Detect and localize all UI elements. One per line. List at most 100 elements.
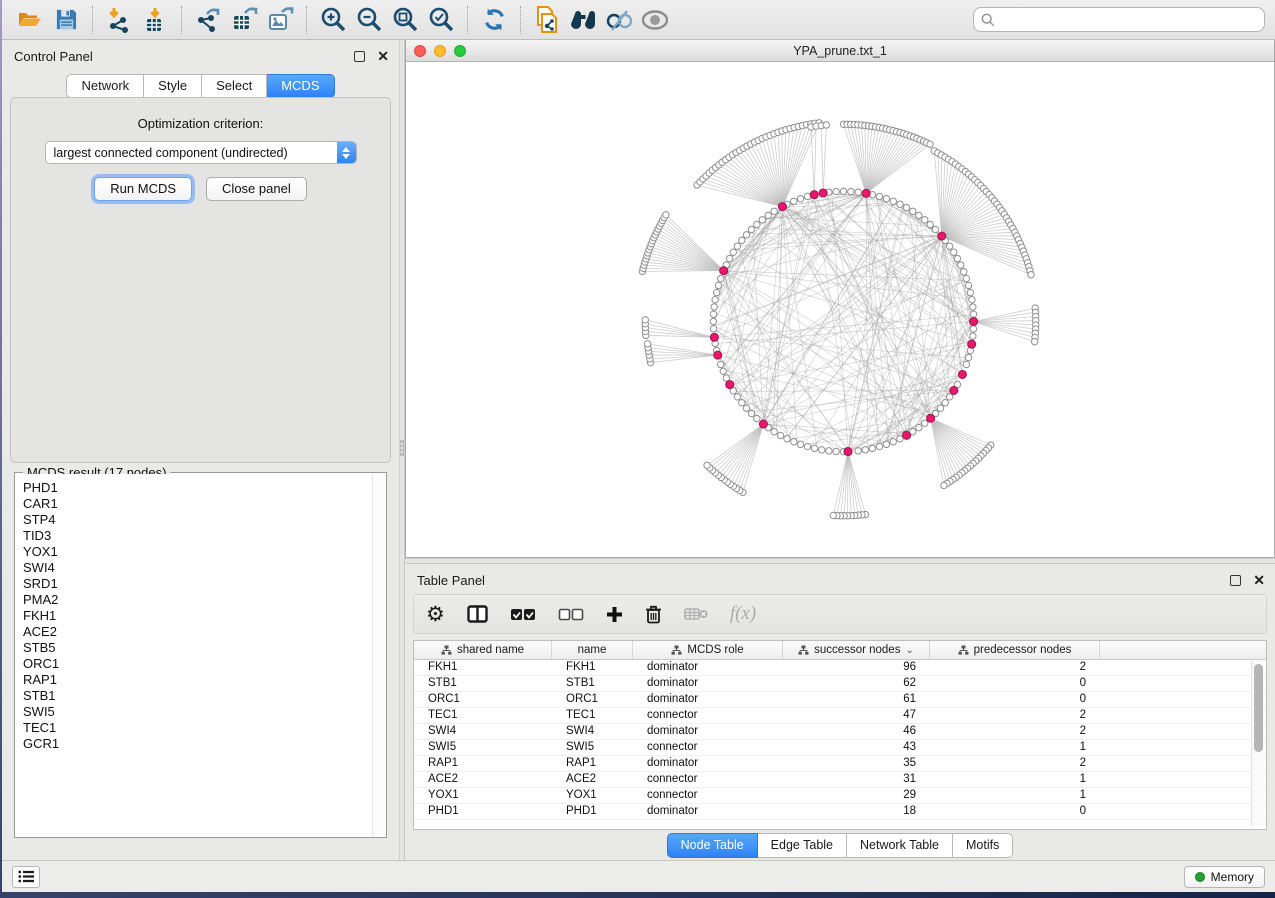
- network-node[interactable]: [734, 243, 740, 249]
- tab-network[interactable]: Network: [66, 74, 144, 98]
- select-all-button[interactable]: [510, 600, 536, 628]
- zoom-in-button[interactable]: [315, 5, 351, 35]
- network-node[interactable]: [970, 326, 976, 332]
- mcds-hub-node[interactable]: [714, 351, 722, 359]
- network-node[interactable]: [759, 217, 765, 223]
- network-node[interactable]: [1031, 338, 1037, 344]
- mcds-hub-node[interactable]: [810, 191, 818, 199]
- network-node[interactable]: [734, 394, 740, 400]
- network-node[interactable]: [970, 304, 976, 310]
- network-node[interactable]: [903, 204, 909, 210]
- network-node[interactable]: [710, 326, 716, 332]
- network-node[interactable]: [932, 226, 938, 232]
- network-node[interactable]: [967, 289, 973, 295]
- result-list-item[interactable]: RAP1: [23, 672, 366, 688]
- tab-mcds[interactable]: MCDS: [267, 74, 334, 98]
- tab-motifs[interactable]: Motifs: [953, 833, 1013, 858]
- memory-button[interactable]: Memory: [1184, 866, 1265, 888]
- search-network-button[interactable]: [565, 5, 601, 35]
- result-list-item[interactable]: SRD1: [23, 576, 366, 592]
- network-node[interactable]: [704, 462, 710, 468]
- result-list-item[interactable]: SWI4: [23, 560, 366, 576]
- network-node[interactable]: [720, 368, 726, 374]
- result-list-item[interactable]: PMA2: [23, 592, 366, 608]
- tab-select[interactable]: Select: [202, 74, 267, 98]
- column-header-shared-name[interactable]: shared name: [414, 641, 552, 659]
- network-node[interactable]: [730, 249, 736, 255]
- table-settings-button[interactable]: ⚙: [426, 600, 445, 628]
- network-node[interactable]: [961, 269, 967, 275]
- network-node[interactable]: [663, 212, 669, 218]
- mcds-hub-node[interactable]: [759, 420, 767, 428]
- table-row[interactable]: STB1STB1dominator620: [414, 676, 1266, 692]
- network-node[interactable]: [876, 193, 882, 199]
- network-node[interactable]: [954, 255, 960, 261]
- run-mcds-button[interactable]: Run MCDS: [94, 177, 192, 201]
- network-node[interactable]: [715, 282, 721, 288]
- mcds-hub-node[interactable]: [968, 340, 976, 348]
- mcds-result-list[interactable]: PHD1CAR1STP4TID3YOX1SWI4SRD1PMA2FKH1ACE2…: [16, 474, 372, 836]
- network-node[interactable]: [791, 439, 797, 445]
- network-node[interactable]: [958, 262, 964, 268]
- float-table-panel-icon[interactable]: [1230, 575, 1241, 586]
- network-node[interactable]: [965, 282, 971, 288]
- network-node[interactable]: [840, 188, 846, 194]
- result-list-item[interactable]: FKH1: [23, 608, 366, 624]
- network-node[interactable]: [739, 237, 745, 243]
- result-list-item[interactable]: TEC1: [23, 720, 366, 736]
- table-row[interactable]: SWI5SWI5connector431: [414, 740, 1266, 756]
- float-panel-icon[interactable]: [354, 51, 365, 62]
- network-node[interactable]: [826, 448, 832, 454]
- network-node[interactable]: [739, 400, 745, 406]
- network-node[interactable]: [921, 420, 927, 426]
- table-scrollbar-thumb[interactable]: [1254, 664, 1263, 752]
- network-node[interactable]: [726, 255, 732, 261]
- save-session-button[interactable]: [48, 5, 84, 35]
- table-row[interactable]: RAP1RAP1dominator352: [414, 756, 1266, 772]
- network-node[interactable]: [897, 201, 903, 207]
- network-node[interactable]: [748, 410, 754, 416]
- table-row[interactable]: TEC1TEC1connector472: [414, 708, 1266, 724]
- network-node[interactable]: [927, 141, 933, 147]
- network-node[interactable]: [748, 226, 754, 232]
- network-node[interactable]: [862, 447, 868, 453]
- network-node[interactable]: [723, 375, 729, 381]
- network-node[interactable]: [848, 188, 854, 194]
- network-node[interactable]: [818, 447, 824, 453]
- column-header-predecessor-nodes[interactable]: predecessor nodes: [930, 641, 1100, 659]
- result-list-item[interactable]: ACE2: [23, 624, 366, 640]
- network-node[interactable]: [910, 208, 916, 214]
- column-header-successor-nodes[interactable]: successor nodes⌄: [783, 641, 930, 659]
- network-node[interactable]: [969, 296, 975, 302]
- network-node[interactable]: [711, 304, 717, 310]
- network-node[interactable]: [942, 400, 948, 406]
- zoom-selected-button[interactable]: [423, 5, 459, 35]
- table-row[interactable]: SWI4SWI4dominator462: [414, 724, 1266, 740]
- mcds-hub-node[interactable]: [903, 431, 911, 439]
- network-node[interactable]: [970, 311, 976, 317]
- result-list-item[interactable]: TID3: [23, 528, 366, 544]
- deselect-all-button[interactable]: [558, 600, 584, 628]
- mcds-hub-node[interactable]: [726, 381, 734, 389]
- network-node[interactable]: [797, 195, 803, 201]
- table-row[interactable]: ACE2ACE2connector311: [414, 772, 1266, 788]
- network-node[interactable]: [712, 296, 718, 302]
- refresh-style-button[interactable]: [476, 5, 512, 35]
- network-node[interactable]: [833, 448, 839, 454]
- result-list-item[interactable]: STB5: [23, 640, 366, 656]
- network-node[interactable]: [804, 193, 810, 199]
- show-columns-button[interactable]: [467, 600, 488, 628]
- network-node[interactable]: [791, 198, 797, 204]
- export-image-button[interactable]: [262, 5, 298, 35]
- network-node[interactable]: [946, 243, 952, 249]
- import-table-button[interactable]: [137, 5, 173, 35]
- network-node[interactable]: [777, 432, 783, 438]
- zoom-fit-button[interactable]: [387, 5, 423, 35]
- network-node[interactable]: [883, 195, 889, 201]
- network-node[interactable]: [765, 212, 771, 218]
- network-node[interactable]: [830, 512, 836, 518]
- network-node[interactable]: [883, 441, 889, 447]
- result-list-item[interactable]: STB1: [23, 688, 366, 704]
- hide-graphics-button[interactable]: [601, 5, 637, 35]
- mcds-hub-node[interactable]: [958, 370, 966, 378]
